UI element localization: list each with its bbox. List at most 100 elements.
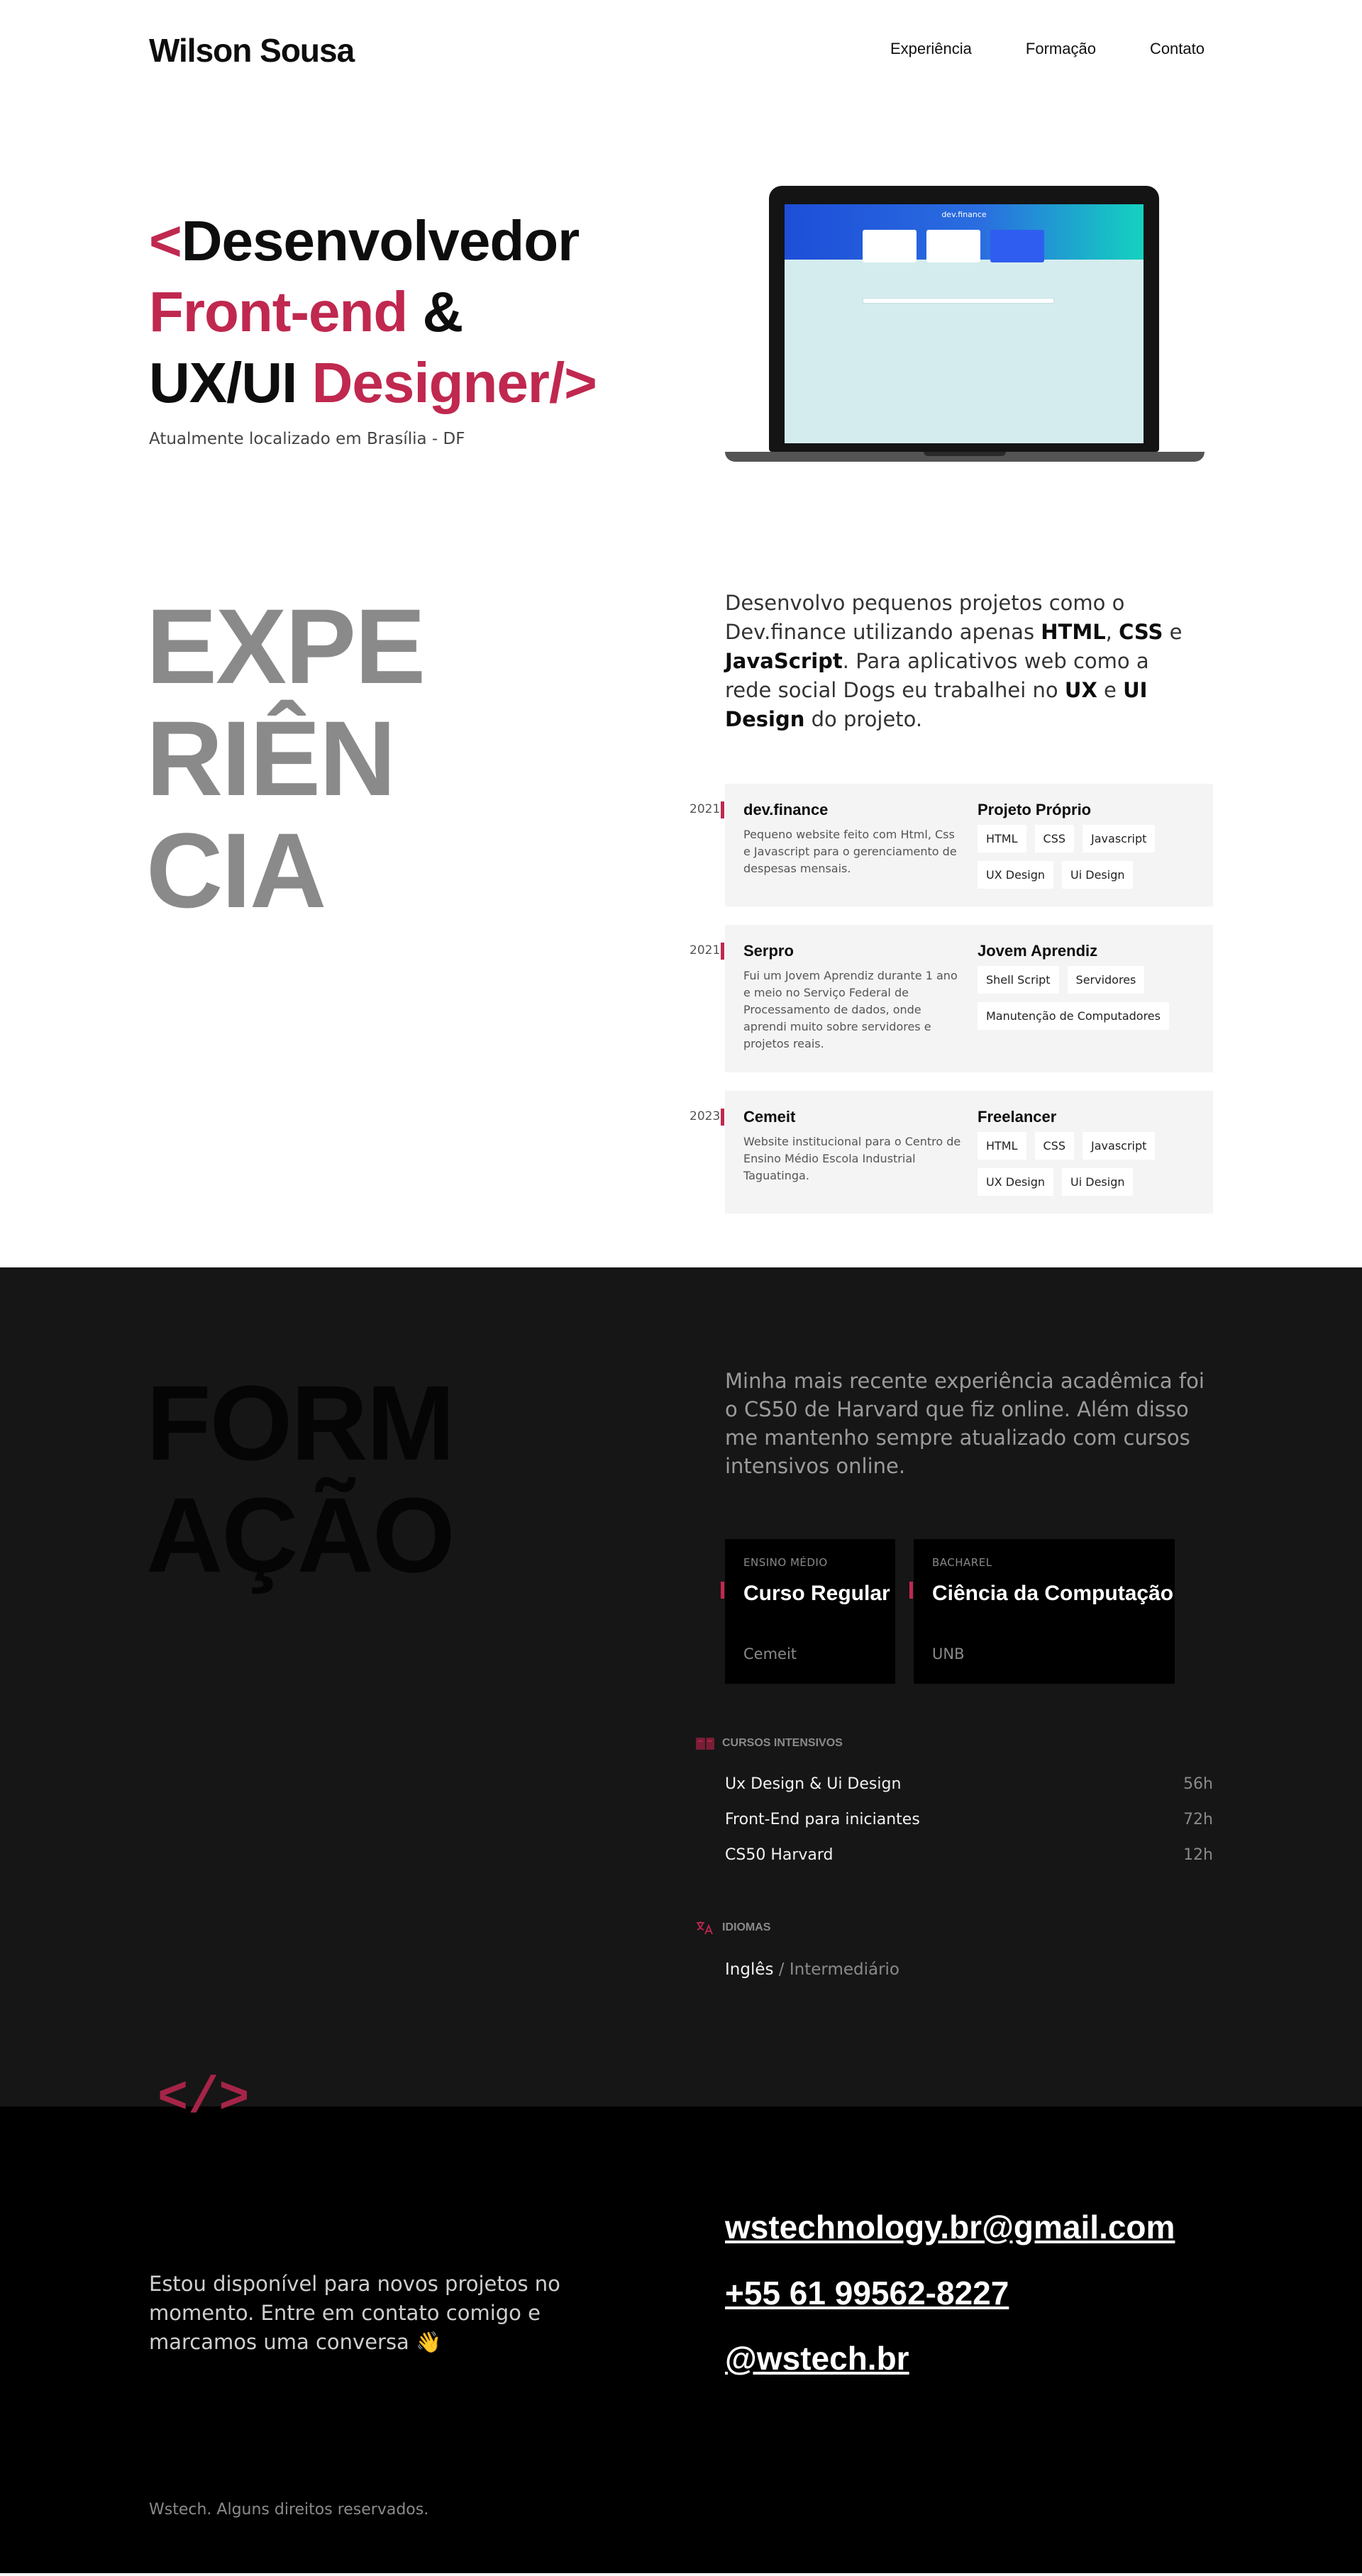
job-tags: Shell Script Servidores Manutenção de Co… <box>978 966 1205 1030</box>
footer-message: Estou disponível para novos projetos no … <box>149 2272 560 2354</box>
course-name: Front-End para iniciantes <box>725 1811 920 1828</box>
laptop-mockup: dev.finance <box>725 186 1205 470</box>
course-title: Curso Regular <box>743 1582 890 1605</box>
job-year: 2021 <box>690 802 721 816</box>
job-card: 2023 Cemeit Website institucional para o… <box>690 1091 1213 1214</box>
job-description: Website institucional para o Centro de E… <box>743 1135 961 1182</box>
contact-email[interactable]: wstechnology.br@gmail.com <box>725 2208 1175 2246</box>
book-icon <box>696 1738 714 1750</box>
job-marker <box>721 943 724 960</box>
course-name: CS50 Harvard <box>725 1846 834 1864</box>
screen-card <box>926 230 980 262</box>
job-name: dev.finance <box>743 801 829 818</box>
job-name: Serpro <box>743 942 794 960</box>
screen-title: dev.finance <box>941 210 987 219</box>
job-year: 2021 <box>690 943 721 957</box>
job-year: 2023 <box>690 1109 721 1123</box>
contact-social[interactable]: @wstech.br <box>725 2339 909 2377</box>
nav-link-formacao[interactable]: Formação <box>1026 40 1096 58</box>
job-name: Cemeit <box>743 1108 796 1126</box>
tag: Javascript <box>1083 1132 1156 1160</box>
language-separator: / <box>773 1960 790 1979</box>
language-item: Inglês / Intermediário <box>725 1960 899 1979</box>
contact-phone[interactable]: +55 61 99562-8227 <box>725 2274 1009 2312</box>
intro-text: do projeto. <box>804 707 923 731</box>
job-card: 2021 dev.finance Pequeno website feito c… <box>690 784 1213 906</box>
screen-card-total <box>990 230 1044 262</box>
intensive-course-row: CS50 Harvard 12h <box>725 1846 1213 1864</box>
course-card: BACHAREL Ciência da Computação UNB <box>909 1539 1175 1684</box>
contact-footer: </> Estou disponível para novos projetos… <box>0 2070 1362 2573</box>
intro-css: CSS <box>1119 620 1163 644</box>
education-heading-line: FORM <box>146 1363 455 1482</box>
code-logo: </> <box>157 2070 250 2128</box>
laptop-notch <box>924 452 1006 456</box>
tag: UX Design <box>978 861 1053 889</box>
languages-label: IDIOMAS <box>722 1921 771 1933</box>
course-title: Ciência da Computação <box>932 1582 1174 1605</box>
intro-text: e <box>1163 620 1183 644</box>
experience-heading-line: RIÊN <box>146 699 396 818</box>
laptop-lid: dev.finance <box>769 186 1159 452</box>
job-marker <box>721 801 724 818</box>
course-level: ENSINO MÉDIO <box>743 1556 828 1569</box>
tag: Javascript <box>1083 825 1156 853</box>
language-level: Intermediário <box>789 1960 899 1979</box>
main-nav: Experiência Formação Contato <box>890 40 1205 58</box>
course-marker <box>909 1582 913 1599</box>
experience-heading: EXPE RIÊN CIA <box>146 587 426 926</box>
hero-section: <Desenvolvedor Front-end & UX/UI Designe… <box>0 99 1362 525</box>
screen-table-row <box>863 298 1054 304</box>
course-hours: 72h <box>1183 1811 1213 1828</box>
course-hours: 12h <box>1183 1846 1213 1864</box>
course-name: Ux Design & Ui Design <box>725 1775 902 1793</box>
education-intro: Minha mais recente experiência acadêmica… <box>725 1369 1205 1478</box>
experience-heading-line: CIA <box>146 811 326 930</box>
brand-logo[interactable]: Wilson Sousa <box>149 31 355 70</box>
job-tags: HTML CSS Javascript UX Design Ui Design <box>978 825 1205 889</box>
intensive-course-row: Front-End para iniciantes 72h <box>725 1811 1213 1828</box>
tag: CSS <box>1034 825 1075 853</box>
languages-header: IDIOMAS <box>695 1920 770 1936</box>
intro-js: JavaScript <box>725 649 843 673</box>
page: Wilson Sousa Experiência Formação Contat… <box>0 0 1362 2576</box>
bottom-strip <box>0 2573 1362 2576</box>
copyright: Wstech. Alguns direitos reservados. <box>149 2501 429 2519</box>
course-card: ENSINO MÉDIO Curso Regular Cemeit <box>721 1539 895 1684</box>
job-card: 2021 Serpro Fui um Jovem Aprendiz durant… <box>690 925 1213 1072</box>
screen-card <box>863 230 917 262</box>
job-marker <box>721 1109 724 1126</box>
hero-line3-accent: Designer/> <box>311 351 597 414</box>
course-institution: Cemeit <box>743 1645 797 1662</box>
intro-ux: UX <box>1064 678 1097 702</box>
nav-link-experiencia[interactable]: Experiência <box>890 40 972 58</box>
hero-line2: & <box>407 280 463 343</box>
intensive-courses-label: CURSOS INTENSIVOS <box>722 1737 843 1749</box>
job-role: Freelancer <box>978 1108 1057 1126</box>
education-heading-line: AÇÃO <box>146 1475 455 1594</box>
experience-heading-line: EXPE <box>146 587 426 706</box>
course-level: BACHAREL <box>932 1556 992 1569</box>
tag: HTML <box>978 1132 1026 1160</box>
course-hours: 56h <box>1183 1775 1213 1793</box>
translate-icon <box>697 1921 713 1935</box>
hero-line2-accent: Front-end <box>149 280 408 343</box>
job-tags: HTML CSS Javascript UX Design Ui Design <box>978 1132 1205 1196</box>
job-role: Projeto Próprio <box>978 801 1092 818</box>
tag: UX Design <box>978 1168 1053 1196</box>
education-section: FORM AÇÃO Minha mais recente experiência… <box>0 1267 1362 2106</box>
intro-html: HTML <box>1041 620 1106 644</box>
nav-link-contato[interactable]: Contato <box>1150 40 1205 58</box>
job-role: Jovem Aprendiz <box>978 942 1098 960</box>
tag: HTML <box>978 825 1026 853</box>
intro-text: , <box>1105 620 1119 644</box>
hero-line3: UX/UI <box>149 351 312 414</box>
course-marker <box>721 1582 724 1599</box>
tag: CSS <box>1034 1132 1075 1160</box>
experience-intro: Desenvolvo pequenos projetos como o Dev.… <box>725 589 1193 734</box>
tag: Ui Design <box>1062 861 1134 889</box>
education-heading: FORM AÇÃO <box>146 1367 455 1594</box>
tag: Manutenção de Computadores <box>978 1002 1169 1030</box>
intro-text: e <box>1097 678 1124 702</box>
tag: Shell Script <box>978 966 1059 994</box>
